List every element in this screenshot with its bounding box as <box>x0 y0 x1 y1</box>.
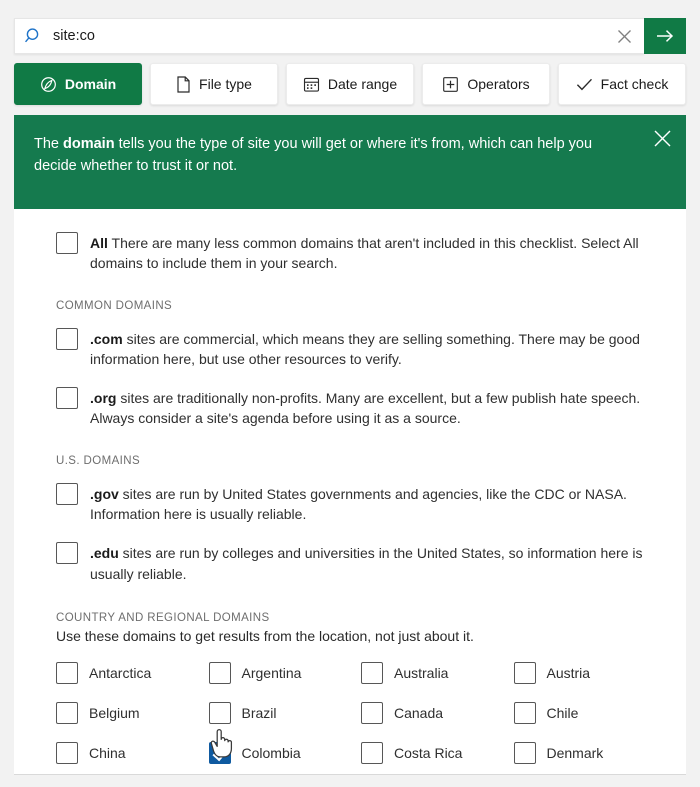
checkbox-all[interactable] <box>56 232 78 254</box>
option-all: All There are many less common domains t… <box>56 232 650 274</box>
domain-options-panel: All There are many less common domains t… <box>14 209 686 775</box>
option-all-text: All There are many less common domains t… <box>78 232 650 274</box>
search-input[interactable] <box>53 28 604 44</box>
country-label: Austria <box>547 665 591 681</box>
checkbox-canada[interactable] <box>361 702 383 724</box>
option-gov: .gov sites are run by United States gove… <box>56 483 650 525</box>
checkbox-antarctica[interactable] <box>56 662 78 684</box>
country-label: Argentina <box>242 665 302 681</box>
tab-date-range-label: Date range <box>328 76 397 92</box>
tab-fact-check[interactable]: Fact check <box>558 63 686 105</box>
checkbox-china[interactable] <box>56 742 78 764</box>
banner-close-icon[interactable] <box>648 124 676 152</box>
section-label-common: COMMON DOMAINS <box>56 300 686 312</box>
search-submit-button[interactable] <box>644 18 686 54</box>
option-edu: .edu sites are run by colleges and unive… <box>56 542 650 584</box>
checkbox-org[interactable] <box>56 387 78 409</box>
country-item-antarctica[interactable]: Antarctica <box>56 662 209 684</box>
option-org: .org sites are traditionally non-profits… <box>56 387 650 429</box>
country-item-colombia[interactable]: Colombia <box>209 742 362 764</box>
country-label: Canada <box>394 705 443 721</box>
country-label: Colombia <box>242 745 301 761</box>
country-item-china[interactable]: China <box>56 742 209 764</box>
banner-text-before: The <box>34 136 63 152</box>
checkbox-australia[interactable] <box>361 662 383 684</box>
section-label-country: COUNTRY AND REGIONAL DOMAINS <box>56 612 686 624</box>
country-label: China <box>89 745 126 761</box>
checkbox-brazil[interactable] <box>209 702 231 724</box>
checkbox-argentina[interactable] <box>209 662 231 684</box>
option-all-desc: There are many less common domains that … <box>90 235 639 271</box>
search-box[interactable] <box>14 18 644 54</box>
country-item-argentina[interactable]: Argentina <box>209 662 362 684</box>
checkbox-denmark[interactable] <box>514 742 536 764</box>
option-gov-desc: sites are run by United States governmen… <box>90 486 627 522</box>
tab-date-range[interactable]: Date range <box>286 63 414 105</box>
info-banner: The domain tells you the type of site yo… <box>14 115 686 209</box>
country-label: Costa Rica <box>394 745 462 761</box>
checkbox-edu[interactable] <box>56 542 78 564</box>
option-all-bold: All <box>90 235 108 251</box>
country-item-costa-rica[interactable]: Costa Rica <box>361 742 514 764</box>
option-gov-text: .gov sites are run by United States gove… <box>78 483 650 525</box>
tab-fact-check-label: Fact check <box>601 76 669 92</box>
country-label: Belgium <box>89 705 140 721</box>
country-item-chile[interactable]: Chile <box>514 702 667 724</box>
checkbox-com[interactable] <box>56 328 78 350</box>
search-icon <box>15 27 53 45</box>
option-org-desc: sites are traditionally non-profits. Man… <box>90 390 640 426</box>
country-item-canada[interactable]: Canada <box>361 702 514 724</box>
country-item-austria[interactable]: Austria <box>514 662 667 684</box>
option-edu-text: .edu sites are run by colleges and unive… <box>78 542 650 584</box>
country-label: Antarctica <box>89 665 151 681</box>
checkbox-austria[interactable] <box>514 662 536 684</box>
option-edu-desc: sites are run by colleges and universiti… <box>90 545 643 581</box>
option-com-bold: .com <box>90 331 123 347</box>
option-gov-bold: .gov <box>90 486 119 502</box>
arrow-right-icon <box>655 27 675 45</box>
country-item-belgium[interactable]: Belgium <box>56 702 209 724</box>
tab-file-type-label: File type <box>199 76 252 92</box>
option-com: .com sites are commercial, which means t… <box>56 328 650 370</box>
clear-search-icon[interactable] <box>604 29 644 44</box>
option-com-desc: sites are commercial, which means they a… <box>90 331 640 367</box>
country-item-australia[interactable]: Australia <box>361 662 514 684</box>
document-icon <box>176 76 191 93</box>
banner-text-bold: domain <box>63 136 115 152</box>
option-com-text: .com sites are commercial, which means t… <box>78 328 650 370</box>
tab-domain[interactable]: Domain <box>14 63 142 105</box>
tab-operators-label: Operators <box>467 76 529 92</box>
banner-text-after: tells you the type of site you will get … <box>34 136 592 174</box>
checkbox-colombia[interactable] <box>209 742 231 764</box>
checkbox-gov[interactable] <box>56 483 78 505</box>
domain-filter-panel: Domain File type <box>0 0 700 787</box>
checkbox-belgium[interactable] <box>56 702 78 724</box>
option-org-bold: .org <box>90 390 116 406</box>
country-item-brazil[interactable]: Brazil <box>209 702 362 724</box>
country-label: Australia <box>394 665 448 681</box>
checkbox-costa-rica[interactable] <box>361 742 383 764</box>
country-label: Brazil <box>242 705 277 721</box>
section-sub-country: Use these domains to get results from th… <box>56 628 686 644</box>
section-label-us: U.S. DOMAINS <box>56 455 686 467</box>
tab-domain-label: Domain <box>65 76 116 92</box>
calendar-icon <box>303 76 320 93</box>
option-org-text: .org sites are traditionally non-profits… <box>78 387 650 429</box>
option-edu-bold: .edu <box>90 545 119 561</box>
search-bar <box>14 18 686 54</box>
tab-operators[interactable]: Operators <box>422 63 550 105</box>
country-label: Chile <box>547 705 579 721</box>
plus-box-icon <box>442 76 459 93</box>
check-icon <box>576 77 593 92</box>
filter-tabs: Domain File type <box>14 63 686 105</box>
country-item-denmark[interactable]: Denmark <box>514 742 667 764</box>
country-grid: Antarctica Argentina Australia Austria B… <box>56 662 666 775</box>
globe-icon <box>40 76 57 93</box>
tab-file-type[interactable]: File type <box>150 63 278 105</box>
country-label: Denmark <box>547 745 604 761</box>
checkbox-chile[interactable] <box>514 702 536 724</box>
